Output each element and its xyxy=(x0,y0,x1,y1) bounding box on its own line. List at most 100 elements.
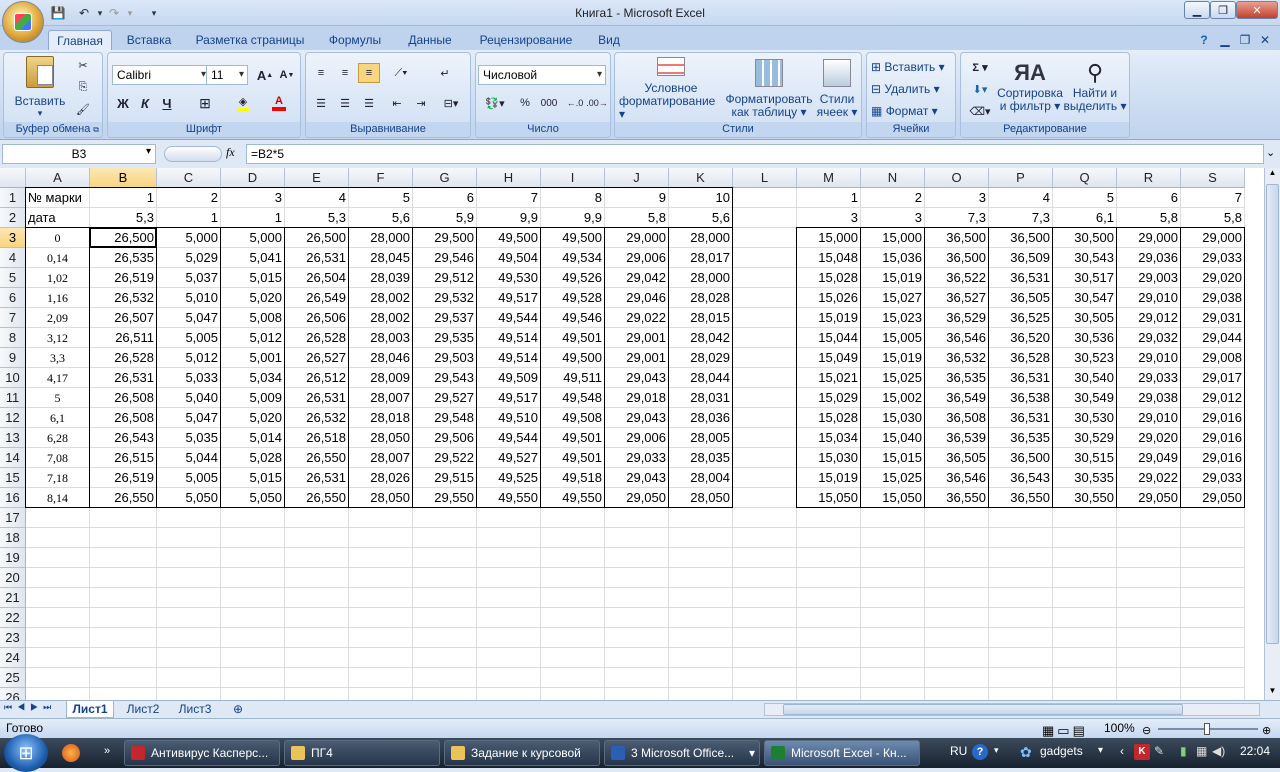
sort-filter-button[interactable]: ЯА Сортировка и фильтр ▾ xyxy=(997,57,1063,121)
grid-cell-empty[interactable] xyxy=(1117,648,1181,668)
taskbar-item-office[interactable]: 3 Microsoft Office... ▾ xyxy=(604,740,760,766)
row-header[interactable]: 6 xyxy=(0,288,26,308)
grid-cell[interactable]: 49,548 xyxy=(541,388,605,408)
network-icon[interactable]: ▦ xyxy=(1196,744,1207,758)
grid-cell[interactable]: 49,550 xyxy=(541,488,605,508)
grid-cell[interactable]: 28,029 xyxy=(669,348,733,368)
grid-cell-empty[interactable] xyxy=(90,608,157,628)
grid-cell-empty[interactable] xyxy=(925,568,989,588)
grid-cell[interactable]: 49,517 xyxy=(477,288,541,308)
grid-cell[interactable]: 15,000 xyxy=(861,228,925,248)
grid-cell[interactable]: 29,506 xyxy=(413,428,477,448)
dialog-launcher-icon[interactable]: ⧉ xyxy=(93,125,99,135)
grid-cell[interactable] xyxy=(733,488,797,508)
grid-cell-empty[interactable] xyxy=(989,648,1053,668)
column-header[interactable]: F xyxy=(349,168,413,188)
grid-cell[interactable]: 49,514 xyxy=(477,348,541,368)
grid-cell-empty[interactable] xyxy=(925,508,989,528)
grid-cell-empty[interactable] xyxy=(541,528,605,548)
column-header[interactable]: B xyxy=(90,168,157,188)
grid-cell-empty[interactable] xyxy=(157,668,221,688)
row-header[interactable]: 15 xyxy=(0,468,26,488)
grid-cell[interactable]: 26,504 xyxy=(285,268,349,288)
grid-cell[interactable]: 2,09 xyxy=(26,308,90,328)
grid-cell-empty[interactable] xyxy=(541,628,605,648)
row-header[interactable]: 4 xyxy=(0,248,26,268)
grid-cell-empty[interactable] xyxy=(285,568,349,588)
grid-cell-empty[interactable] xyxy=(733,568,797,588)
grid-cell[interactable]: 28,009 xyxy=(349,368,413,388)
grid-cell-empty[interactable] xyxy=(26,628,90,648)
grid-cell-empty[interactable] xyxy=(285,628,349,648)
grid-cell[interactable]: 5,015 xyxy=(221,268,285,288)
grid-cell-empty[interactable] xyxy=(733,688,797,700)
grid-cell[interactable]: 30,536 xyxy=(1053,328,1117,348)
grid-cell-empty[interactable] xyxy=(477,668,541,688)
grid-cell-empty[interactable] xyxy=(221,588,285,608)
grid-cell[interactable]: 15,025 xyxy=(861,468,925,488)
percent-button[interactable]: % xyxy=(514,93,536,113)
grid-cell[interactable]: 6,1 xyxy=(1053,208,1117,228)
grid-cell-empty[interactable] xyxy=(989,628,1053,648)
grid-cell[interactable]: 28,002 xyxy=(349,308,413,328)
grid-cell-empty[interactable] xyxy=(285,688,349,700)
grid-cell-empty[interactable] xyxy=(989,548,1053,568)
grid-cell[interactable]: 3,3 xyxy=(26,348,90,368)
column-header[interactable]: O xyxy=(925,168,989,188)
grid-cell[interactable]: 29,000 xyxy=(1181,228,1245,248)
row-header[interactable]: 23 xyxy=(0,628,26,648)
grid-cell-empty[interactable] xyxy=(861,528,925,548)
grid-cell[interactable]: 26,531 xyxy=(90,368,157,388)
expand-formula-icon[interactable]: ⌄ xyxy=(1266,146,1275,159)
grid-cell-empty[interactable] xyxy=(285,508,349,528)
formula-input[interactable]: =B2*5 xyxy=(246,144,1264,164)
grid-cell-empty[interactable] xyxy=(285,548,349,568)
grid-cell[interactable]: 29,022 xyxy=(605,308,669,328)
sheet-tab-1[interactable]: Лист1 xyxy=(66,701,114,718)
grid-cell-empty[interactable] xyxy=(1181,568,1245,588)
help-icon[interactable]: ? xyxy=(1196,30,1212,50)
font-size-combo[interactable]: 11 xyxy=(206,65,248,85)
grid-cell[interactable]: 29,008 xyxy=(1181,348,1245,368)
merge-center-icon[interactable]: ⊟▾ xyxy=(436,93,466,113)
grid-cell-empty[interactable] xyxy=(861,548,925,568)
grid-cell[interactable]: 49,550 xyxy=(477,488,541,508)
grid-cell[interactable]: 49,528 xyxy=(541,288,605,308)
grid-cell[interactable]: 30,517 xyxy=(1053,268,1117,288)
grid-cell-empty[interactable] xyxy=(221,608,285,628)
grid-cell-empty[interactable] xyxy=(925,648,989,668)
grid-cell[interactable]: 26,550 xyxy=(285,448,349,468)
grid-cell-empty[interactable] xyxy=(157,548,221,568)
grid-cell-empty[interactable] xyxy=(477,528,541,548)
grid-cell[interactable]: 5,014 xyxy=(221,428,285,448)
grid-cell[interactable]: 49,544 xyxy=(477,308,541,328)
grid-cell[interactable]: 30,505 xyxy=(1053,308,1117,328)
grid-cell[interactable]: 1,16 xyxy=(26,288,90,308)
grid-cell[interactable]: 29,535 xyxy=(413,328,477,348)
grid-cell[interactable]: 49,511 xyxy=(541,368,605,388)
grid-cell[interactable]: 5,035 xyxy=(157,428,221,448)
grid-cell-empty[interactable] xyxy=(1117,528,1181,548)
grid-cell[interactable]: 36,535 xyxy=(925,368,989,388)
borders-icon[interactable]: ⊞ xyxy=(194,93,216,113)
grid-cell[interactable]: 29,022 xyxy=(1117,468,1181,488)
row-header[interactable]: 19 xyxy=(0,548,26,568)
increase-indent-icon[interactable]: ⇥ xyxy=(410,93,432,113)
grid-cell-empty[interactable] xyxy=(925,628,989,648)
grid-cell-empty[interactable] xyxy=(285,648,349,668)
grid-cell[interactable]: 29,016 xyxy=(1181,408,1245,428)
grid-cell-empty[interactable] xyxy=(541,548,605,568)
tab-home[interactable]: Главная xyxy=(48,30,112,50)
grid-cell[interactable]: 28,003 xyxy=(349,328,413,348)
grid-cell[interactable]: 26,518 xyxy=(285,428,349,448)
grid-cell-empty[interactable] xyxy=(605,628,669,648)
grid-cell[interactable]: 15,050 xyxy=(861,488,925,508)
grid-cell[interactable]: 5 xyxy=(26,388,90,408)
align-right-icon[interactable]: ☰ xyxy=(358,93,380,113)
grid-cell[interactable] xyxy=(733,288,797,308)
grid-cell[interactable] xyxy=(733,248,797,268)
grid-cell-empty[interactable] xyxy=(733,608,797,628)
insert-function-icon[interactable]: fx xyxy=(226,145,235,160)
grid-cell[interactable]: 26,531 xyxy=(285,248,349,268)
row-header[interactable]: 26 xyxy=(0,688,26,700)
